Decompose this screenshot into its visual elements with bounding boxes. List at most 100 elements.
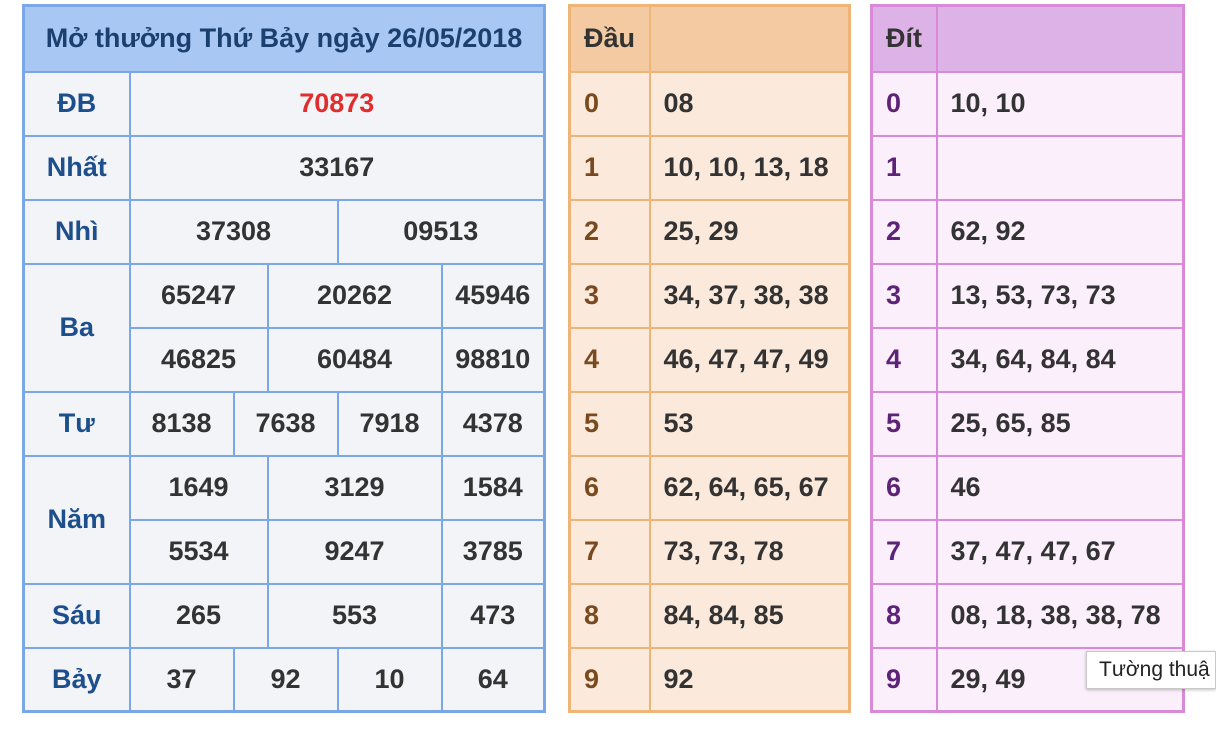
numbers-cell: 62, 64, 65, 67: [648, 454, 851, 521]
digit-cell: 1: [870, 134, 938, 201]
table-row: 4 34, 64, 84, 84: [870, 326, 1185, 393]
prize-label-db: ĐB: [22, 70, 131, 137]
prize-label-tu: Tư: [22, 390, 131, 457]
table-row: 5 25, 65, 85: [870, 390, 1185, 457]
table-row: 6 46: [870, 454, 1185, 521]
tooltip: Tường thuậ: [1086, 651, 1216, 689]
prize-value: 7918: [336, 390, 443, 457]
prize-value: 7638: [232, 390, 339, 457]
digit-cell: 1: [568, 134, 651, 201]
lottery-page: Mở thưởng Thứ Bảy ngày 26/05/2018 ĐB 708…: [0, 0, 1216, 736]
digit-cell: 9: [870, 646, 938, 713]
prize-value: 37308: [128, 198, 339, 265]
digit-cell: 6: [568, 454, 651, 521]
digit-cell: 8: [870, 582, 938, 649]
prize-value: 33167: [128, 134, 546, 201]
prize-row-sau: Sáu 265 553 473: [22, 582, 546, 649]
digit-cell: 7: [568, 518, 651, 585]
numbers-cell: 46: [935, 454, 1185, 521]
numbers-cell: 13, 53, 73, 73: [935, 262, 1185, 329]
prize-value: 4378: [440, 390, 546, 457]
prize-value: 3129: [266, 454, 443, 521]
numbers-cell: 10, 10: [935, 70, 1185, 137]
prize-value: 3785: [440, 518, 546, 585]
numbers-cell: 73, 73, 78: [648, 518, 851, 585]
prize-label-ba: Ba: [22, 262, 131, 393]
digit-cell: 6: [870, 454, 938, 521]
table-row: 1: [870, 134, 1185, 201]
numbers-cell: 92: [648, 646, 851, 713]
table-row: 0 10, 10: [870, 70, 1185, 137]
digit-cell: 3: [870, 262, 938, 329]
prize-row-nam: Năm 1649 3129 1584: [22, 454, 546, 585]
numbers-cell: 62, 92: [935, 198, 1185, 265]
head-digit-table: Đầu 0 08 1 10, 10, 13, 18 2 25, 29 3 34, 37,…: [568, 4, 851, 713]
tail-table-title: Đít: [870, 4, 938, 73]
prize-value: 20262: [266, 262, 443, 329]
prize-value: 8138: [128, 390, 235, 457]
head-table-title: Đầu: [568, 4, 651, 73]
table-row: 9 92: [568, 646, 851, 713]
prize-value: 5534: [128, 518, 269, 585]
prize-row-db: ĐB 70873: [22, 70, 546, 137]
numbers-cell: 46, 47, 47, 49: [648, 326, 851, 393]
results-table: Mở thưởng Thứ Bảy ngày 26/05/2018 ĐB 708…: [22, 4, 547, 713]
digit-cell: 2: [870, 198, 938, 265]
prize-value-special: 70873: [128, 70, 546, 137]
digit-cell: 7: [870, 518, 938, 585]
prize-row-ba: Ba 65247 20262 45946: [22, 262, 546, 393]
prize-value: 92: [232, 646, 339, 713]
numbers-cell: 08: [648, 70, 851, 137]
table-row: 8 84, 84, 85: [568, 582, 851, 649]
numbers-cell: 34, 37, 38, 38: [648, 262, 851, 329]
prize-value: 98810: [440, 326, 546, 393]
prize-value: 265: [128, 582, 269, 649]
numbers-cell: 84, 84, 85: [648, 582, 851, 649]
tail-digit-table: Đít 0 10, 10 1 2 62, 92 3 13, 53, 73, 73 43…: [870, 4, 1185, 713]
prize-value: 64: [440, 646, 546, 713]
prize-value: 1649: [128, 454, 269, 521]
table-row: 4 46, 47, 47, 49: [568, 326, 851, 393]
prize-value: 37: [128, 646, 235, 713]
numbers-cell: 08, 18, 38, 38, 78: [935, 582, 1185, 649]
digit-cell: 0: [870, 70, 938, 137]
prize-value: 46825: [128, 326, 269, 393]
prize-label-nhat: Nhất: [22, 134, 131, 201]
prize-label-sau: Sáu: [22, 582, 131, 649]
table-row: 6 62, 64, 65, 67: [568, 454, 851, 521]
digit-cell: 5: [870, 390, 938, 457]
table-row: 8 08, 18, 38, 38, 78: [870, 582, 1185, 649]
prize-value: 65247: [128, 262, 269, 329]
prize-row-nhi: Nhì 37308 09513: [22, 198, 546, 265]
prize-label-bay: Bảy: [22, 646, 131, 713]
table-row: 2 25, 29: [568, 198, 851, 265]
numbers-cell: 10, 10, 13, 18: [648, 134, 851, 201]
numbers-cell: 34, 64, 84, 84: [935, 326, 1185, 393]
digit-cell: 4: [568, 326, 651, 393]
digit-cell: 9: [568, 646, 651, 713]
prize-label-nam: Năm: [22, 454, 131, 585]
prize-value: 09513: [336, 198, 546, 265]
numbers-cell: 53: [648, 390, 851, 457]
table-row: 2 62, 92: [870, 198, 1185, 265]
digit-cell: 8: [568, 582, 651, 649]
head-table-header-empty: [648, 4, 851, 73]
prize-label-nhi: Nhì: [22, 198, 131, 265]
digit-cell: 5: [568, 390, 651, 457]
prize-value: 9247: [266, 518, 443, 585]
prize-value: 553: [266, 582, 443, 649]
digit-cell: 0: [568, 70, 651, 137]
tail-table-header-empty: [935, 4, 1185, 73]
prize-value: 45946: [440, 262, 546, 329]
table-row: 7 37, 47, 47, 67: [870, 518, 1185, 585]
table-row: 0 08: [568, 70, 851, 137]
digit-cell: 3: [568, 262, 651, 329]
numbers-cell: 25, 65, 85: [935, 390, 1185, 457]
table-row: 1 10, 10, 13, 18: [568, 134, 851, 201]
prize-value: 10: [336, 646, 443, 713]
numbers-cell: [935, 134, 1185, 201]
table-row: 3 13, 53, 73, 73: [870, 262, 1185, 329]
table-row: 7 73, 73, 78: [568, 518, 851, 585]
prize-value: 473: [440, 582, 546, 649]
table-row: 5 53: [568, 390, 851, 457]
